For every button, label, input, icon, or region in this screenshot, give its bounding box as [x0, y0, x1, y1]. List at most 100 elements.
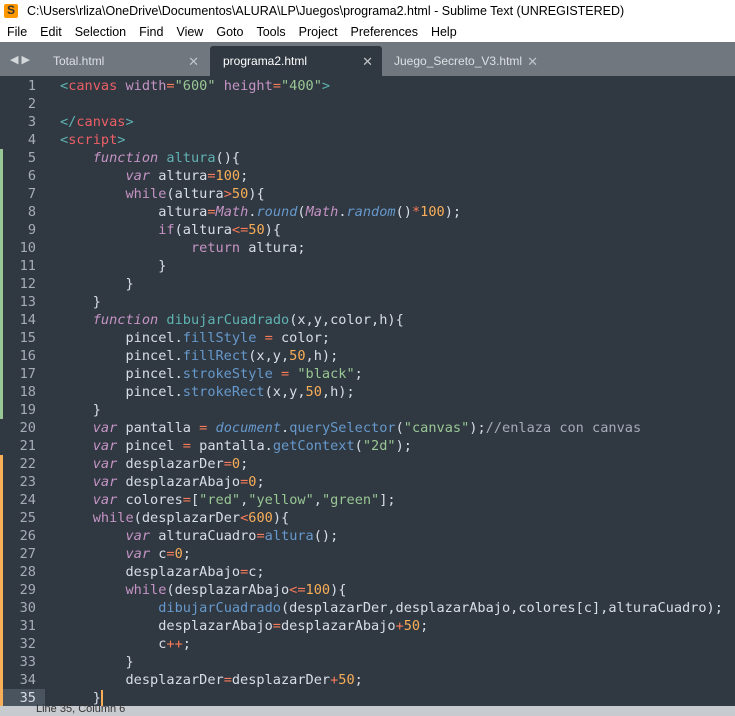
code-token: = [272, 78, 281, 94]
code-token: (desplazarAbajo [166, 582, 290, 598]
menu-help[interactable]: Help [424, 25, 463, 39]
line-number: 27 [19, 546, 36, 562]
code-token: ; [182, 636, 191, 652]
gutter-change-marker [0, 383, 3, 401]
gutter-change-marker [0, 149, 3, 167]
code-token: dibujarCuadrado [158, 600, 281, 616]
code-token: var [92, 492, 118, 508]
code-line: 12 } [0, 275, 735, 293]
close-icon[interactable]: ✕ [362, 54, 373, 70]
code-line: 29 while(desplazarAbajo<=100){ [0, 581, 735, 599]
menu-goto[interactable]: Goto [209, 25, 249, 39]
code-token: pantalla. [190, 438, 273, 454]
code-token: var [92, 456, 118, 472]
gutter-change-marker [0, 185, 3, 203]
gutter-change-marker [0, 455, 3, 473]
code-line: 13 } [0, 293, 735, 311]
code-token: = [223, 672, 232, 688]
menu-file[interactable]: File [0, 25, 33, 39]
tab-juego-secreto[interactable]: Juego_Secreto_V3.html ✕ [381, 46, 547, 76]
code-token: . [281, 420, 290, 436]
code-line: 27 var c=0; [0, 545, 735, 563]
code-text: pincel.strokeStyle = "black"; [60, 365, 362, 383]
code-token: < [60, 78, 69, 94]
code-token: = [166, 78, 175, 94]
code-token: (altura [174, 222, 232, 238]
code-token: (x,y, [248, 348, 290, 364]
menu-tools[interactable]: Tools [249, 25, 291, 39]
code-token: random [346, 204, 396, 220]
code-token: alturaCuadro [150, 528, 257, 544]
code-token: ( [297, 204, 306, 220]
code-line: 5 function altura(){ [0, 149, 735, 167]
menu-selection[interactable]: Selection [68, 25, 132, 39]
code-token: } [60, 258, 167, 274]
code-token: } [60, 294, 101, 310]
menu-view[interactable]: View [169, 25, 209, 39]
menu-project[interactable]: Project [292, 25, 344, 39]
code-token: pincel. [60, 348, 183, 364]
close-icon[interactable]: ✕ [527, 54, 538, 70]
code-token: var [125, 546, 151, 562]
code-text: var c=0; [60, 545, 191, 563]
code-token: //enlaza con canvas [485, 420, 642, 436]
tab-total[interactable]: Total.html ✕ [40, 46, 208, 76]
line-number: 6 [27, 168, 36, 184]
line-number: 25 [19, 510, 36, 526]
code-line: 10 return altura; [0, 239, 735, 257]
code-token: ; [420, 618, 429, 634]
gutter-change-marker [0, 491, 3, 509]
menu-find[interactable]: Find [132, 25, 169, 39]
line-number: 33 [19, 654, 36, 670]
gutter-change-marker [0, 275, 3, 293]
line-number: 2 [27, 96, 36, 112]
line-number: 32 [19, 636, 36, 652]
menu-edit[interactable]: Edit [33, 25, 68, 39]
code-text: <canvas width="600" height="400"> [60, 77, 330, 95]
code-token: colores [117, 492, 183, 508]
code-token: function [92, 312, 159, 328]
line-number: 28 [19, 564, 36, 580]
code-token: canvas [68, 78, 118, 94]
code-token: var [125, 168, 151, 184]
code-text: </canvas> [60, 113, 134, 131]
code-token: 50 [338, 672, 355, 688]
code-text: } [60, 653, 133, 671]
code-token: 100 [215, 168, 241, 184]
gutter-change-marker [0, 365, 3, 383]
code-token: fillRect [182, 348, 249, 364]
code-line: 17 pincel.strokeStyle = "black"; [0, 365, 735, 383]
code-text: if(altura<=50){ [60, 221, 281, 239]
code-text: function altura(){ [60, 149, 240, 167]
tab-label: Total.html [53, 54, 105, 68]
code-text: c++; [60, 635, 191, 653]
code-token: dibujarCuadrado [166, 312, 290, 328]
code-editor[interactable]: 1 <canvas width="600" height="400"> 2 3 </ca… [0, 77, 735, 707]
code-token: script [68, 132, 118, 148]
line-number: 11 [19, 258, 36, 274]
code-token: strokeStyle [182, 366, 273, 382]
code-token: pincel. [60, 366, 183, 382]
code-token: 50 [231, 186, 249, 202]
code-token: , [313, 492, 322, 508]
code-token: [ [190, 492, 200, 508]
close-icon[interactable]: ✕ [188, 54, 199, 70]
code-token: desplazarAbajo [60, 618, 273, 634]
tab-nav-arrows-icon[interactable]: ◀▶ [10, 53, 33, 66]
code-text: desplazarAbajo=desplazarAbajo+50; [60, 617, 428, 635]
code-token: desplazarAbajo [117, 474, 241, 490]
code-token: pincel. [60, 330, 183, 346]
code-text: var alturaCuadro=altura(); [60, 527, 338, 545]
code-token: altura [264, 528, 314, 544]
gutter-change-marker [0, 311, 3, 329]
code-line: 22 var desplazarDer=0; [0, 455, 735, 473]
code-token: ++ [166, 636, 183, 652]
tab-programa2[interactable]: programa2.html ✕ [210, 46, 382, 76]
menu-preferences[interactable]: Preferences [344, 25, 424, 39]
